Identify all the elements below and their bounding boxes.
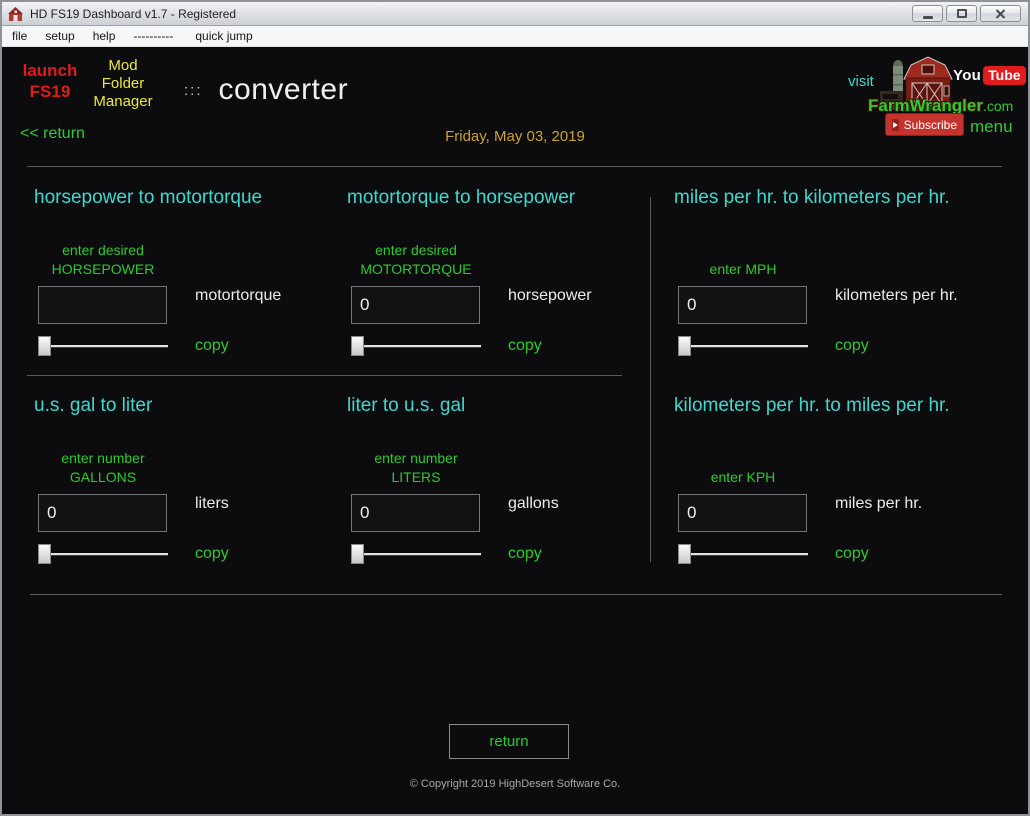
slider-track[interactable] bbox=[351, 553, 481, 556]
converter-slider[interactable] bbox=[678, 336, 808, 356]
menu-bar: file setup help ---------- quick jump bbox=[2, 26, 1028, 47]
converter-slider[interactable] bbox=[351, 544, 481, 564]
divider-vertical bbox=[650, 197, 651, 562]
close-icon bbox=[995, 9, 1006, 19]
page-title: converter bbox=[219, 73, 349, 107]
youtube-logo: You Tube bbox=[953, 66, 1026, 85]
close-button[interactable] bbox=[980, 5, 1021, 22]
converter-value-input[interactable] bbox=[678, 286, 807, 324]
converter-prompt-label: enter number GALLONS bbox=[38, 441, 168, 487]
maximize-icon bbox=[957, 9, 967, 18]
current-date: Friday, May 03, 2019 bbox=[2, 128, 1028, 145]
slider-thumb[interactable] bbox=[38, 544, 51, 564]
launch-fs19-link[interactable]: launch FS19 bbox=[16, 60, 84, 103]
converter-title: u.s. gal to liter bbox=[34, 395, 152, 417]
copy-link[interactable]: copy bbox=[195, 337, 229, 355]
converter-section: horsepower to motortorque enter desired … bbox=[28, 187, 333, 375]
converter-output-label: horsepower bbox=[508, 287, 592, 305]
youtube-you-text: You bbox=[953, 67, 981, 84]
converter-prompt-label: enter number LITERS bbox=[351, 441, 481, 487]
converter-title: motortorque to horsepower bbox=[347, 187, 575, 209]
converter-section: u.s. gal to liter enter number GALLONS l… bbox=[28, 395, 333, 583]
minimize-icon bbox=[923, 16, 933, 19]
converter-prompt-label: enter MPH bbox=[678, 233, 808, 279]
menu-setup[interactable]: setup bbox=[37, 27, 82, 45]
menu-help[interactable]: help bbox=[85, 27, 124, 45]
slider-thumb[interactable] bbox=[351, 336, 364, 356]
converter-page: launch FS19 Mod Folder Manager ::: conve… bbox=[2, 47, 1028, 814]
copyright-text: © Copyright 2019 HighDesert Software Co. bbox=[2, 778, 1028, 790]
copy-link[interactable]: copy bbox=[508, 545, 542, 563]
slider-thumb[interactable] bbox=[38, 336, 51, 356]
converter-prompt-label: enter KPH bbox=[678, 441, 808, 487]
title-bar: HD FS19 Dashboard v1.7 - Registered bbox=[2, 2, 1028, 26]
converter-output-label: motortorque bbox=[195, 287, 281, 305]
converter-title: kilometers per hr. to miles per hr. bbox=[674, 395, 950, 417]
mod-folder-manager-link[interactable]: Mod Folder Manager bbox=[92, 57, 154, 111]
converter-section: kilometers per hr. to miles per hr. ente… bbox=[668, 395, 1023, 583]
page-title-prefix: ::: bbox=[184, 82, 203, 99]
window-title: HD FS19 Dashboard v1.7 - Registered bbox=[30, 7, 912, 21]
app-barn-icon bbox=[7, 6, 24, 22]
converter-output-label: miles per hr. bbox=[835, 495, 922, 513]
converter-slider[interactable] bbox=[38, 544, 168, 564]
menu-file[interactable]: file bbox=[4, 27, 35, 45]
slider-track[interactable] bbox=[678, 553, 808, 556]
menu-quick-jump[interactable]: quick jump bbox=[187, 27, 260, 45]
divider-middle-left bbox=[27, 375, 622, 376]
converter-title: horsepower to motortorque bbox=[34, 187, 262, 209]
copy-link[interactable]: copy bbox=[835, 337, 869, 355]
slider-track[interactable] bbox=[678, 345, 808, 348]
converter-slider[interactable] bbox=[678, 544, 808, 564]
divider-top bbox=[27, 166, 1002, 167]
converter-output-label: liters bbox=[195, 495, 229, 513]
copy-link[interactable]: copy bbox=[508, 337, 542, 355]
converter-section: miles per hr. to kilometers per hr. ente… bbox=[668, 187, 1023, 375]
page-title-block: ::: converter bbox=[184, 68, 348, 112]
converter-prompt-label: enter desired MOTORTORQUE bbox=[351, 233, 481, 279]
divider-bottom bbox=[30, 594, 1002, 595]
slider-track[interactable] bbox=[351, 345, 481, 348]
converter-output-label: gallons bbox=[508, 495, 559, 513]
farmwrangler-suffix: .com bbox=[983, 98, 1013, 114]
youtube-tube-badge: Tube bbox=[983, 66, 1025, 85]
converter-slider[interactable] bbox=[351, 336, 481, 356]
slider-thumb[interactable] bbox=[678, 336, 691, 356]
converter-prompt-label: enter desired HORSEPOWER bbox=[38, 233, 168, 279]
converter-title: miles per hr. to kilometers per hr. bbox=[674, 187, 950, 209]
slider-thumb[interactable] bbox=[678, 544, 691, 564]
slider-thumb[interactable] bbox=[351, 544, 364, 564]
converter-section: liter to u.s. gal enter number LITERS ga… bbox=[341, 395, 646, 583]
visit-label: visit bbox=[848, 73, 874, 90]
converter-slider[interactable] bbox=[38, 336, 168, 356]
copy-link[interactable]: copy bbox=[195, 545, 229, 563]
app-window: HD FS19 Dashboard v1.7 - Registered file… bbox=[0, 0, 1030, 816]
return-button[interactable]: return bbox=[449, 724, 569, 759]
converter-value-input[interactable] bbox=[351, 286, 480, 324]
converter-value-input[interactable] bbox=[678, 494, 807, 532]
slider-track[interactable] bbox=[38, 345, 168, 348]
converter-output-label: kilometers per hr. bbox=[835, 287, 958, 305]
converter-value-input[interactable] bbox=[351, 494, 480, 532]
maximize-button[interactable] bbox=[946, 5, 977, 22]
converter-section: motortorque to horsepower enter desired … bbox=[341, 187, 646, 375]
slider-track[interactable] bbox=[38, 553, 168, 556]
menu-separator: ---------- bbox=[125, 27, 181, 45]
converter-value-input[interactable] bbox=[38, 286, 167, 324]
copy-link[interactable]: copy bbox=[835, 545, 869, 563]
converter-title: liter to u.s. gal bbox=[347, 395, 465, 417]
converter-value-input[interactable] bbox=[38, 494, 167, 532]
minimize-button[interactable] bbox=[912, 5, 943, 22]
